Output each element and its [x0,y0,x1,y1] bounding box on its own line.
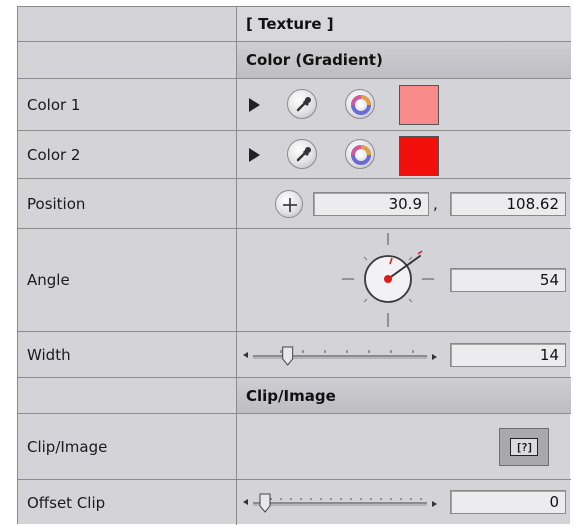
eyedropper-icon [296,147,311,162]
position-separator: , [433,195,438,213]
offset-clip-slider[interactable] [241,487,441,517]
eyedropper-button[interactable] [287,139,317,169]
width-field[interactable]: 14 [450,343,566,367]
plus-crosshair-icon [283,198,297,212]
position-crosshair-button[interactable] [275,190,303,218]
slider-icon [243,493,437,513]
angle-dial-icon[interactable] [332,229,452,332]
slider-icon [243,346,437,366]
offset-clip-label: Offset Clip [18,480,237,525]
angle-row: Angle 54 [18,229,571,332]
texture-header-row: [ Texture ] [18,7,571,42]
position-row: Position 30.9 , 108.62 [18,179,571,229]
gradient-header-label-cell [18,42,237,78]
clip-image-row: Clip/Image [?] [18,414,571,480]
clip-image-label: Clip/Image [18,414,237,479]
texture-header: [ Texture ] [237,7,571,41]
width-row: Width 14 [18,332,571,378]
color2-swatch[interactable] [399,136,439,176]
disclosure-triangle-icon[interactable] [249,98,260,112]
clip-header-label-cell [18,378,237,413]
offset-clip-field[interactable]: 0 [450,490,566,514]
color2-row: Color 2 [18,131,571,179]
color1-swatch[interactable] [399,85,439,125]
texture-header-label-cell [18,7,237,41]
gradient-header-row: Color (Gradient) [18,42,571,79]
image-well-icon: [?] [510,438,538,456]
color-wheel-button[interactable] [345,89,375,119]
position-x-field[interactable]: 30.9 [313,192,429,216]
color1-row: Color 1 [18,79,571,131]
color-wheel-icon [351,145,371,165]
offset-clip-row: Offset Clip 0 [18,480,571,525]
position-y-field[interactable]: 108.62 [450,192,566,216]
inspector-panel: [ Texture ] Color (Gradient) Color 1 Col… [17,6,571,525]
width-label: Width [18,332,237,377]
offset-clip-slider-thumb[interactable] [259,493,271,513]
position-label: Position [18,179,237,228]
color-wheel-button[interactable] [345,139,375,169]
angle-label: Angle [18,229,237,331]
disclosure-triangle-icon[interactable] [249,148,260,162]
eyedropper-icon [296,97,311,112]
gradient-header: Color (Gradient) [237,42,571,78]
angle-field[interactable]: 54 [450,268,566,292]
width-slider[interactable] [241,340,441,370]
color2-label: Color 2 [18,131,237,178]
clip-header: Clip/Image [237,378,571,413]
eyedropper-button[interactable] [287,89,317,119]
clip-image-well[interactable]: [?] [499,428,549,466]
width-slider-thumb[interactable] [282,346,294,366]
clip-header-row: Clip/Image [18,378,571,414]
color1-label: Color 1 [18,79,237,130]
color-wheel-icon [351,95,371,115]
